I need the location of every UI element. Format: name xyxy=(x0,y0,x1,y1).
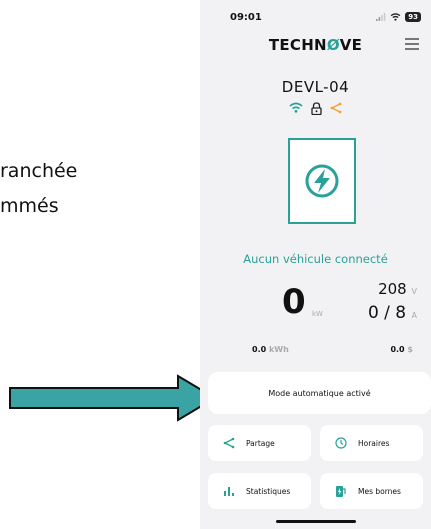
mode-button[interactable]: Mode automatique activé xyxy=(208,372,431,414)
charger-button[interactable] xyxy=(288,138,356,224)
energy-readout: 0.0 kWh xyxy=(252,345,289,354)
tile-statistiques[interactable]: Statistiques xyxy=(208,473,311,509)
tile-mes-bornes[interactable]: Mes bornes xyxy=(320,473,423,509)
connection-status: Aucun véhicule connecté xyxy=(243,252,388,266)
cost-value: 0.0 xyxy=(390,345,405,354)
status-icons: 93 xyxy=(376,12,421,22)
share-icon[interactable] xyxy=(330,102,342,114)
current-unit: A xyxy=(411,311,417,320)
charging-station-icon xyxy=(336,485,346,497)
app-logo: TECHNØVE xyxy=(200,36,431,54)
mode-label: Mode automatique activé xyxy=(268,388,371,398)
tile-horaires[interactable]: Horaires xyxy=(320,425,423,461)
clock-icon xyxy=(335,437,347,449)
power-value: 0 xyxy=(282,282,306,322)
phone-screen: 09:01 93 TECHNØVE DEVL-04 Aucun véhicule… xyxy=(200,0,431,529)
logo-prefix: TECHN xyxy=(268,36,327,54)
logo-accent: Ø xyxy=(326,36,340,54)
tile-horaires-label: Horaires xyxy=(358,438,390,448)
cost-unit: $ xyxy=(407,345,413,354)
current-value: 0 / 8 xyxy=(367,303,407,323)
power-unit: kW xyxy=(312,310,323,318)
wifi-icon xyxy=(289,102,303,113)
share-icon xyxy=(223,437,235,449)
pointer-arrow xyxy=(9,374,217,422)
lock-icon[interactable] xyxy=(311,102,322,115)
voltage-value: 208 xyxy=(378,280,407,298)
tile-mes-bornes-label: Mes bornes xyxy=(358,486,401,496)
voltage-unit: V xyxy=(411,287,417,296)
lightning-icon xyxy=(305,164,339,198)
cost-readout: 0.0 $ xyxy=(390,345,413,354)
energy-unit: kWh xyxy=(268,345,289,354)
tile-partage-label: Partage xyxy=(246,438,275,448)
hamburger-menu-icon[interactable] xyxy=(405,38,419,53)
device-status-icons xyxy=(200,102,431,115)
partial-text-line-2: mmés xyxy=(0,195,59,217)
device-name: DEVL-04 xyxy=(281,78,350,96)
home-indicator[interactable] xyxy=(276,520,356,523)
voltage-readout: 208 V xyxy=(378,280,417,298)
tile-statistiques-label: Statistiques xyxy=(246,486,291,496)
status-time: 09:01 xyxy=(230,12,262,23)
status-bar: 09:01 93 xyxy=(230,12,421,28)
tile-partage[interactable]: Partage xyxy=(208,425,311,461)
current-readout: 0 / 8 A xyxy=(368,303,417,323)
signal-icon xyxy=(376,13,386,21)
wifi-status-icon xyxy=(390,13,401,21)
partial-text-line-1: ranchée xyxy=(0,160,78,182)
logo-suffix: VE xyxy=(339,36,363,54)
energy-value: 0.0 xyxy=(252,345,267,354)
battery-icon: 93 xyxy=(405,12,421,22)
bar-chart-icon xyxy=(224,487,234,496)
